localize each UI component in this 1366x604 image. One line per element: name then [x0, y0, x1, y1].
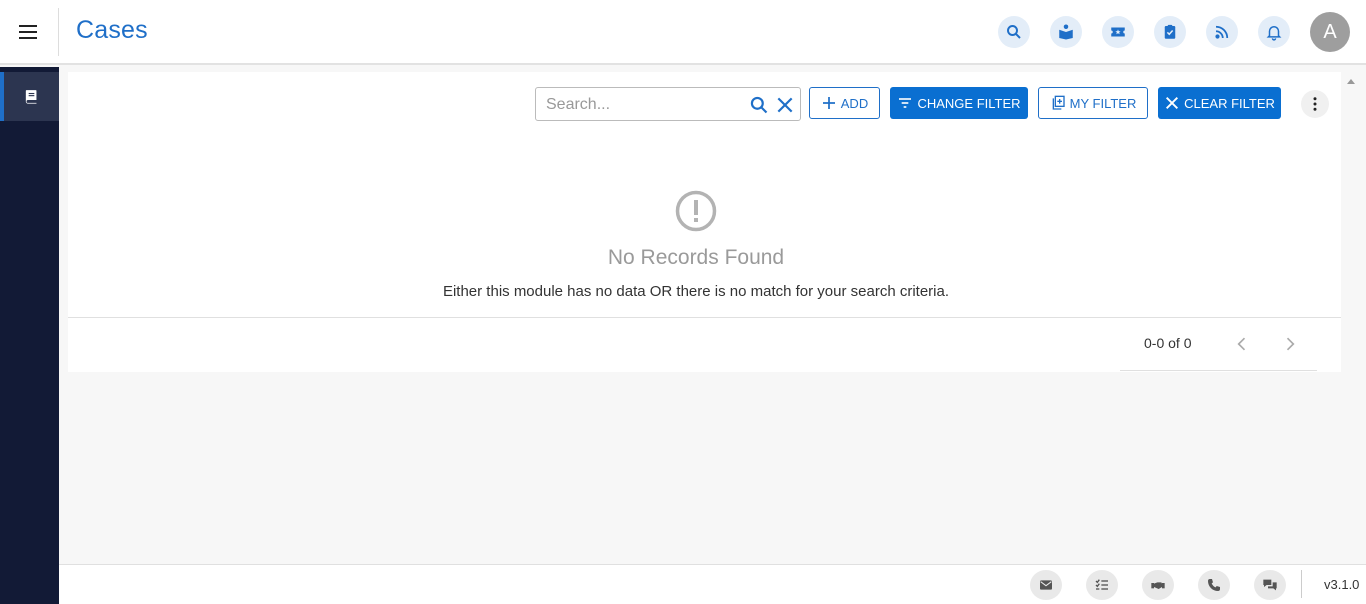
main-panel: ADD CHANGE FILTER MY FILTER CLEAR FILTER…: [68, 72, 1341, 372]
change-filter-label: CHANGE FILTER: [917, 95, 1021, 111]
feed-icon[interactable]: [1206, 16, 1238, 48]
menu-line: [19, 31, 37, 33]
change-filter-button[interactable]: CHANGE FILTER: [890, 87, 1028, 119]
kebab-menu-icon: [1313, 97, 1317, 111]
search-field: [535, 87, 801, 121]
app-header: Cases A: [0, 0, 1366, 65]
chevron-left-icon[interactable]: [1232, 334, 1252, 354]
add-button[interactable]: ADD: [809, 87, 880, 119]
clear-search-icon[interactable]: [775, 95, 795, 115]
empty-state-message: Either this module has no data OR there …: [442, 283, 950, 300]
add-button-label: ADD: [840, 95, 869, 111]
footer-divider: [1301, 570, 1302, 598]
checklist-icon[interactable]: [1086, 570, 1118, 600]
close-icon: [1166, 97, 1179, 109]
book-icon: [25, 90, 37, 104]
content-divider: [68, 317, 1341, 318]
hamburger-menu-button[interactable]: [14, 18, 42, 46]
clear-filter-button[interactable]: CLEAR FILTER: [1158, 87, 1281, 119]
footer-bar: v3.1.0: [59, 564, 1366, 604]
search-icon[interactable]: [998, 16, 1030, 48]
sidebar: [0, 67, 59, 604]
more-options-button[interactable]: [1301, 90, 1329, 118]
add-filter-icon: [1052, 95, 1065, 110]
knowledge-icon[interactable]: [1050, 16, 1082, 48]
phone-icon[interactable]: [1198, 570, 1230, 600]
empty-state-title: No Records Found: [607, 246, 785, 269]
clear-filter-label: CLEAR FILTER: [1184, 95, 1275, 111]
header-divider: [58, 8, 59, 56]
pagination-divider: [1120, 370, 1317, 371]
chat-icon[interactable]: [1254, 570, 1286, 600]
bell-icon[interactable]: [1258, 16, 1290, 48]
search-input[interactable]: [546, 94, 736, 116]
menu-line: [19, 37, 37, 39]
menu-line: [19, 25, 37, 27]
version-label: v3.1.0: [1324, 577, 1360, 592]
scroll-up-arrow-icon[interactable]: [1346, 76, 1356, 86]
search-icon[interactable]: [749, 95, 769, 115]
email-icon[interactable]: [1030, 570, 1062, 600]
pagination-range: 0-0 of 0: [1144, 335, 1192, 351]
ticket-icon[interactable]: [1102, 16, 1134, 48]
user-avatar[interactable]: A: [1310, 12, 1350, 52]
alert-circle-icon: [675, 190, 717, 232]
page-title: Cases: [76, 16, 148, 44]
my-filter-label: MY FILTER: [1069, 95, 1137, 111]
chevron-right-icon[interactable]: [1280, 334, 1300, 354]
my-filter-button[interactable]: MY FILTER: [1038, 87, 1148, 119]
sidebar-item-cases[interactable]: [0, 72, 59, 121]
meeting-icon[interactable]: [1142, 570, 1174, 600]
filter-icon: [899, 98, 912, 108]
plus-icon: [822, 97, 835, 109]
task-check-icon[interactable]: [1154, 16, 1186, 48]
